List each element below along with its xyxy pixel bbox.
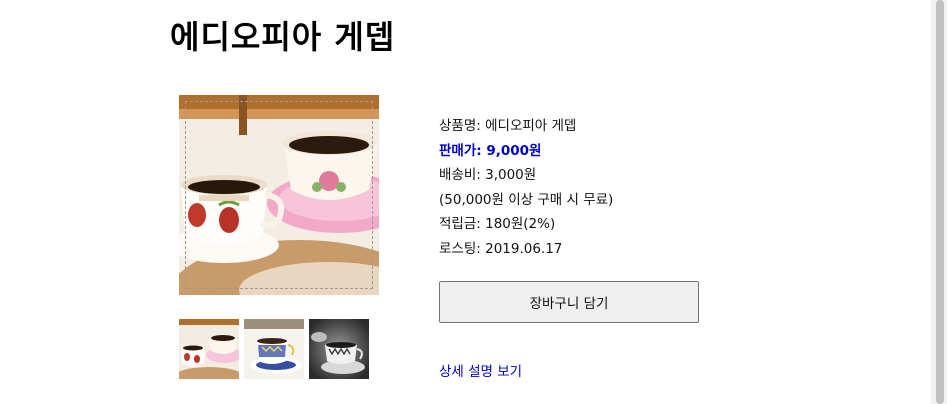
thumbnail-2[interactable] [244,319,304,379]
scrollbar-thumb[interactable] [936,0,944,404]
page-title: 에디오피아 게뎁 [170,18,396,56]
reward-points: 적립금: 180원(2%) [439,216,556,232]
thumbnail-3[interactable] [309,319,369,379]
product-info: 상품명: 에디오피아 게뎁 판매가: 9,000원 배송비: 3,000원 (5… [439,114,613,261]
view-details-link[interactable]: 상세 설명 보기 [439,360,522,380]
thumbnail-1[interactable] [179,319,239,379]
product-main-image [179,95,379,295]
add-to-cart-button[interactable]: 장바구니 담기 [439,281,699,323]
product-name: 상품명: 에디오피아 게뎁 [439,118,577,134]
sale-price: 판매가: 9,000원 [439,142,542,159]
shipping-fee: 배송비: 3,000원 [439,167,537,183]
thumbnail-strip [179,319,369,379]
roasting-date: 로스팅: 2019.06.17 [439,240,563,257]
free-shipping-note: (50,000원 이상 구매 시 무료) [439,191,614,208]
